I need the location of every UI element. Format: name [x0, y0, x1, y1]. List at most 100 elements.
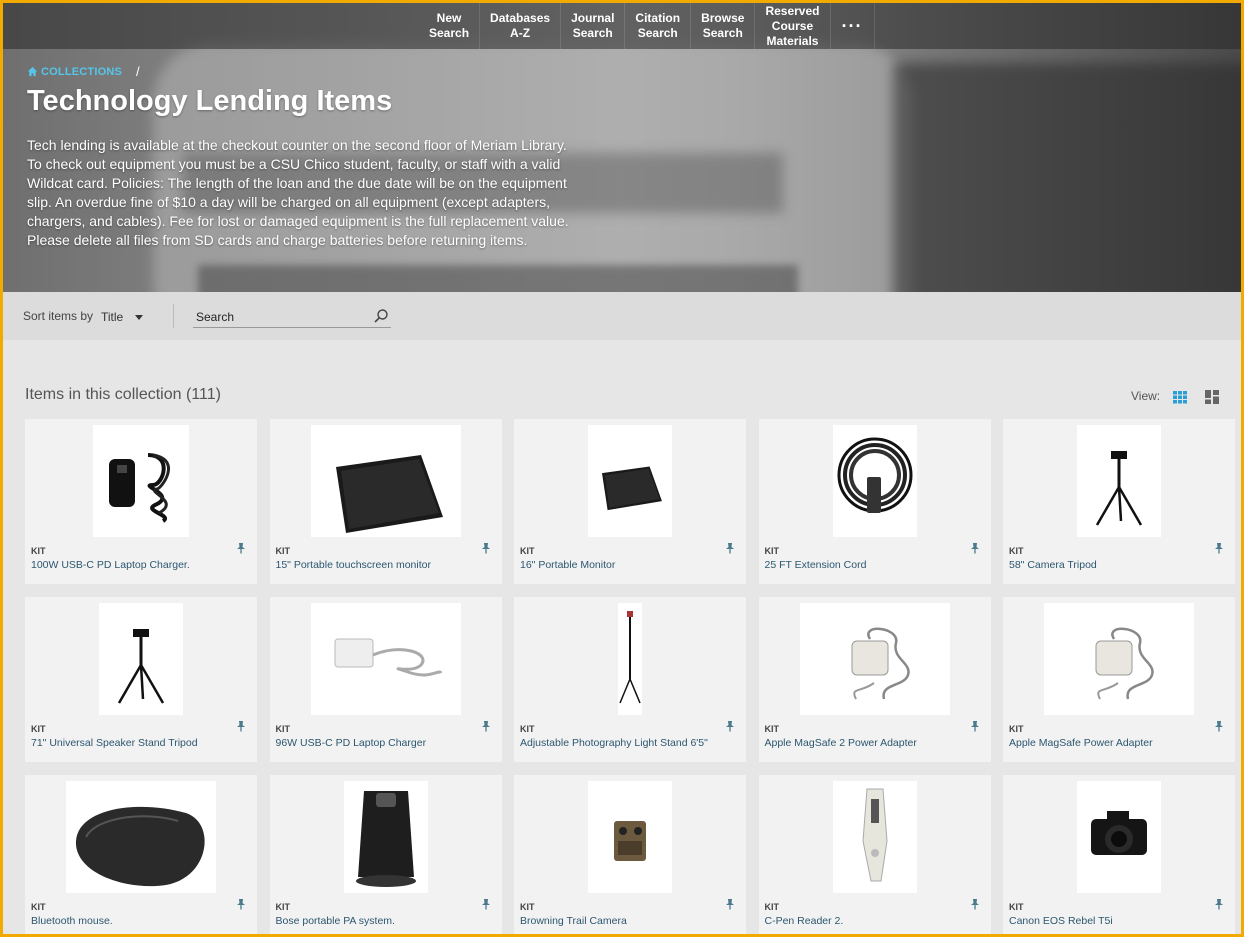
item-card[interactable]: KIT Bose portable PA system. [269, 775, 502, 937]
breadcrumb-collections-link[interactable]: COLLECTIONS [27, 66, 122, 78]
item-title-link[interactable]: 58" Camera Tripod [1009, 559, 1097, 571]
item-type: KIT [764, 546, 780, 556]
item-title-link[interactable]: 100W USB-C PD Laptop Charger. [31, 559, 190, 571]
item-type: KIT [31, 902, 46, 912]
pin-icon[interactable] [969, 720, 981, 732]
item-title-link[interactable]: 25 FT Extension Cord [765, 559, 867, 571]
search-input[interactable] [193, 307, 363, 327]
item-title-link[interactable]: Browning Trail Camera [520, 915, 627, 927]
pin-icon[interactable] [1213, 898, 1225, 910]
item-thumbnail[interactable] [310, 425, 461, 537]
nav-item-citation-search[interactable]: Citation Search [625, 3, 692, 49]
breadcrumb-label: COLLECTIONS [41, 65, 123, 78]
monitor-image [602, 466, 662, 511]
nav-item-journal-search[interactable]: Journal Search [561, 3, 626, 49]
item-type: KIT [1009, 724, 1024, 734]
pa-system-image [355, 791, 416, 887]
item-thumbnail[interactable] [66, 781, 216, 893]
nav-item-new-search[interactable]: New Search [419, 3, 481, 49]
item-type: KIT [275, 546, 291, 556]
item-card[interactable]: KIT 100W USB-C PD Laptop Charger. [25, 419, 257, 584]
search-box [193, 306, 391, 328]
item-type: KIT [520, 724, 535, 734]
item-card[interactable]: KIT 96W USB-C PD Laptop Charger [269, 597, 502, 762]
more-menu-button[interactable]: ··· [831, 3, 875, 49]
sort-dropdown[interactable]: Title [101, 307, 144, 327]
item-card[interactable]: KIT Apple MagSafe Power Adapter [1003, 597, 1235, 762]
grid-view-icon[interactable] [1172, 389, 1188, 405]
search-icon[interactable] [373, 308, 389, 324]
item-card[interactable]: KIT Canon EOS Rebel T5i [1003, 775, 1235, 937]
item-card[interactable]: KIT 58" Camera Tripod [1003, 419, 1235, 584]
pen-reader-image [861, 788, 888, 882]
item-title-link[interactable]: 96W USB-C PD Laptop Charger [276, 737, 427, 749]
pin-icon[interactable] [1213, 720, 1225, 732]
pin-icon[interactable] [235, 720, 247, 732]
breadcrumb-separator: / [136, 64, 140, 79]
item-type: KIT [1009, 546, 1024, 556]
item-card[interactable]: KIT Adjustable Photography Light Stand 6'… [514, 597, 746, 762]
item-card[interactable]: KIT 15" Portable touchscreen monitor [269, 419, 502, 584]
item-title-link[interactable]: C-Pen Reader 2. [765, 915, 844, 927]
item-thumbnail[interactable] [1077, 425, 1161, 537]
item-card[interactable]: KIT Browning Trail Camera [514, 775, 746, 937]
item-thumbnail[interactable] [99, 603, 183, 715]
item-card[interactable]: KIT Bluetooth mouse. [25, 775, 257, 937]
item-thumbnail[interactable] [588, 425, 672, 537]
item-type: KIT [31, 546, 46, 556]
pin-icon[interactable] [969, 898, 981, 910]
item-thumbnail[interactable] [1044, 603, 1194, 715]
pin-icon[interactable] [724, 720, 736, 732]
pin-icon[interactable] [235, 542, 247, 554]
item-title-link[interactable]: Bluetooth mouse. [31, 915, 113, 927]
item-type: KIT [764, 902, 780, 912]
pin-icon[interactable] [724, 898, 736, 910]
item-thumbnail[interactable] [1077, 781, 1161, 893]
item-thumbnail[interactable] [93, 425, 189, 537]
trail-camera-image [614, 821, 646, 861]
pin-icon[interactable] [1213, 542, 1225, 554]
item-thumbnail[interactable] [588, 781, 672, 893]
nav-item-reserved-course-materials[interactable]: Reserved Course Materials [755, 3, 831, 49]
collection-description: Tech lending is available at the checkou… [27, 137, 569, 248]
item-title-link[interactable]: 71" Universal Speaker Stand Tripod [31, 737, 198, 749]
view-label: View: [1131, 389, 1161, 403]
sort-value: Title [101, 310, 124, 324]
item-type: KIT [520, 546, 535, 556]
item-card[interactable]: KIT C-Pen Reader 2. [758, 775, 991, 937]
nav-item-databases-a-z[interactable]: Databases A-Z [480, 3, 562, 49]
charger-cable-image [109, 453, 170, 523]
extension-cord-image [837, 437, 912, 513]
item-title-link[interactable]: Apple MagSafe 2 Power Adapter [765, 737, 917, 749]
item-card[interactable]: KIT 16" Portable Monitor [514, 419, 746, 584]
pin-icon[interactable] [724, 542, 736, 554]
item-title-link[interactable]: 15" Portable touchscreen monitor [276, 559, 431, 571]
pin-icon[interactable] [969, 542, 981, 554]
pin-icon[interactable] [235, 898, 247, 910]
item-thumbnail[interactable] [618, 603, 642, 715]
item-thumbnail[interactable] [799, 603, 950, 715]
pin-icon[interactable] [480, 542, 492, 554]
item-thumbnail[interactable] [310, 603, 461, 715]
pin-icon[interactable] [480, 898, 492, 910]
breadcrumb: COLLECTIONS / [27, 64, 140, 79]
item-card[interactable]: KIT Apple MagSafe 2 Power Adapter [758, 597, 991, 762]
mosaic-view-icon[interactable] [1204, 389, 1220, 405]
item-title-link[interactable]: 16" Portable Monitor [520, 559, 615, 571]
item-thumbnail[interactable] [832, 425, 917, 537]
item-thumbnail[interactable] [832, 781, 917, 893]
item-title-link[interactable]: Canon EOS Rebel T5i [1009, 915, 1113, 927]
item-title-link[interactable]: Apple MagSafe Power Adapter [1009, 737, 1153, 749]
nav-menu: New Search Databases A-Z Journal Search Cit… [419, 3, 875, 49]
items-count-heading: Items in this collection (111) [25, 386, 221, 403]
item-thumbnail[interactable] [343, 781, 428, 893]
pin-icon[interactable] [480, 720, 492, 732]
mouse-image [75, 806, 205, 887]
nav-item-browse-search[interactable]: Browse Search [691, 3, 756, 49]
item-card[interactable]: KIT 71" Universal Speaker Stand Tripod [25, 597, 257, 762]
item-card[interactable]: KIT 25 FT Extension Cord [758, 419, 991, 584]
item-type: KIT [764, 724, 780, 734]
monitor-image [335, 455, 443, 533]
item-title-link[interactable]: Bose portable PA system. [276, 915, 395, 927]
item-title-link[interactable]: Adjustable Photography Light Stand 6'5" [520, 737, 708, 749]
